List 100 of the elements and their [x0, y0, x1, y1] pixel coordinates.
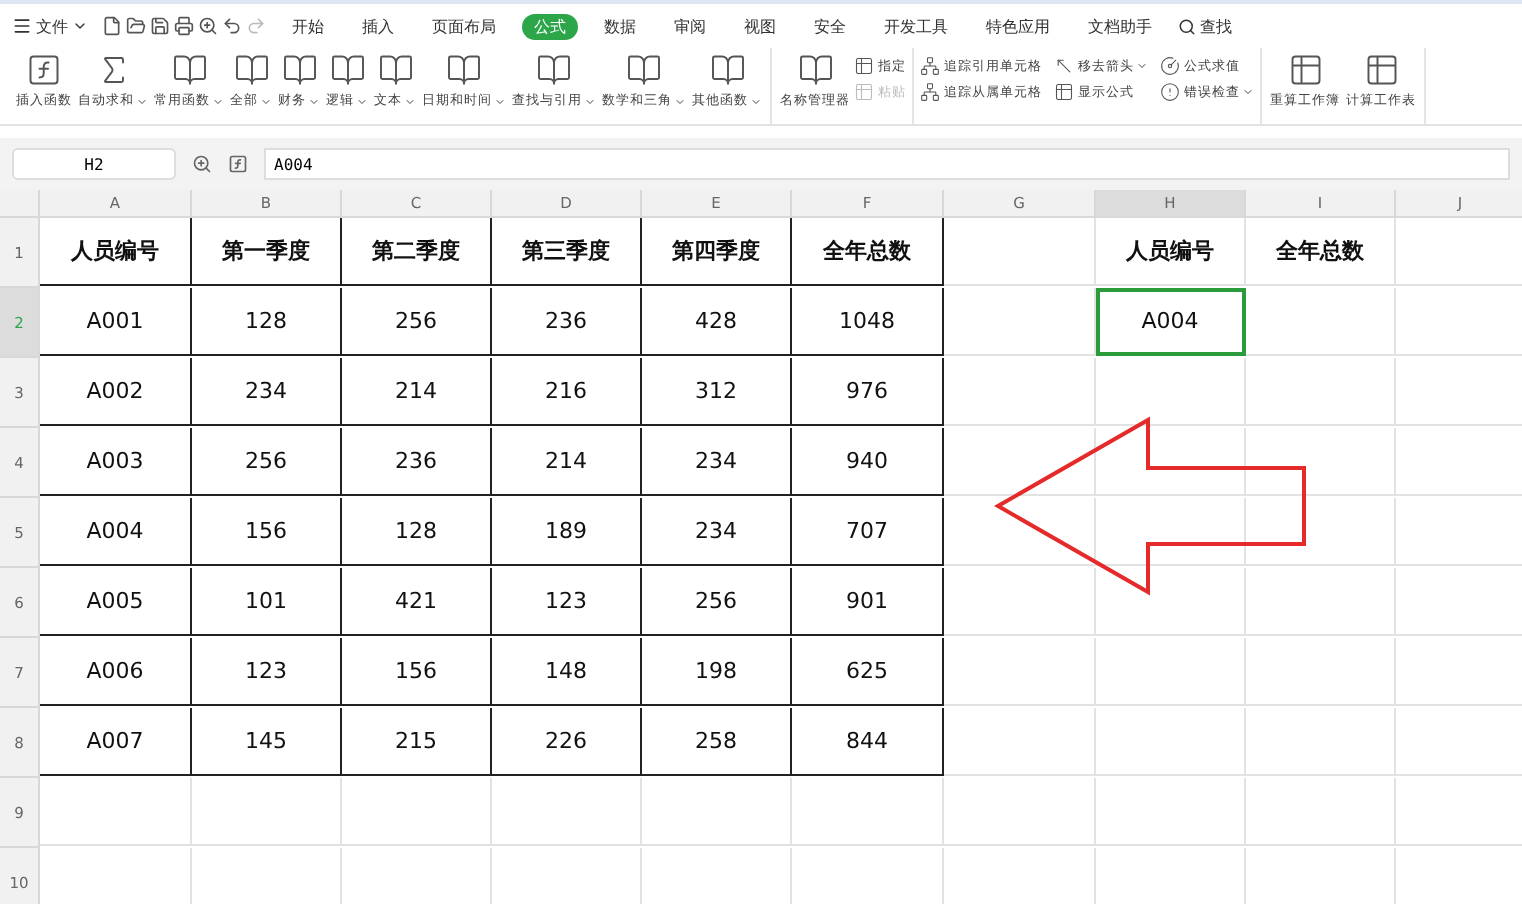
table-cell: 421	[342, 568, 492, 636]
table-cell: 128	[342, 498, 492, 566]
name-box[interactable]: H2	[12, 148, 176, 180]
empty-cell[interactable]	[792, 778, 944, 846]
empty-cell[interactable]	[1096, 428, 1246, 496]
menu-tab[interactable]: 特色应用	[974, 13, 1062, 39]
save-icon[interactable]	[150, 16, 170, 36]
table-cell: A005	[40, 568, 192, 636]
empty-cell[interactable]	[1246, 568, 1396, 636]
table-cell: 198	[642, 638, 792, 706]
empty-cell[interactable]	[944, 428, 1096, 496]
book-icon	[446, 52, 482, 88]
printer-icon[interactable]	[174, 16, 194, 36]
empty-cell[interactable]	[1096, 778, 1246, 846]
table-cell: 901	[792, 568, 944, 636]
table-cell: 128	[192, 288, 342, 356]
search-icon[interactable]	[1178, 17, 1196, 35]
table-cell: 第二季度	[342, 218, 492, 286]
table-cell: 256	[342, 288, 492, 356]
zoom-icon[interactable]	[198, 16, 218, 36]
table-cell: 第三季度	[492, 218, 642, 286]
menu-tab[interactable]: 开发工具	[872, 13, 960, 39]
table-cell: A004	[1096, 288, 1246, 356]
arrow-icon	[1054, 56, 1074, 76]
table-cell: 189	[492, 498, 642, 566]
menu-tab[interactable]: 安全	[802, 13, 858, 39]
empty-cell[interactable]	[944, 218, 1096, 286]
search-button[interactable]: 查找	[1200, 15, 1232, 37]
empty-cell[interactable]	[944, 638, 1096, 706]
file-menu[interactable]: 文件	[36, 15, 68, 37]
book-icon	[171, 52, 207, 88]
table-cell: 215	[342, 708, 492, 776]
empty-cell[interactable]	[1246, 708, 1396, 776]
empty-cell[interactable]	[1246, 288, 1396, 356]
menu-tab[interactable]: 审阅	[662, 13, 718, 39]
empty-cell[interactable]	[944, 358, 1096, 426]
empty-cell[interactable]	[642, 778, 792, 846]
empty-cell[interactable]	[1246, 778, 1396, 846]
table-cell: 156	[192, 498, 342, 566]
empty-cell[interactable]	[944, 498, 1096, 566]
table-cell: 976	[792, 358, 944, 426]
table-icon	[854, 56, 874, 76]
table-icon	[1054, 82, 1074, 102]
book-icon	[329, 52, 365, 88]
table-cell: 全年总数	[1246, 218, 1396, 286]
empty-cell[interactable]	[944, 778, 1096, 846]
book-icon	[709, 52, 745, 88]
table-cell: A001	[40, 288, 192, 356]
menu-tab[interactable]: 视图	[732, 13, 788, 39]
menu-tab[interactable]: 插入	[350, 13, 406, 39]
function-icon[interactable]	[228, 154, 248, 174]
empty-cell[interactable]	[944, 288, 1096, 356]
menu-tab[interactable]: 数据	[592, 13, 648, 39]
empty-cell[interactable]	[1096, 358, 1246, 426]
empty-cell[interactable]	[1096, 708, 1246, 776]
empty-cell[interactable]	[342, 778, 492, 846]
table-cell: 第四季度	[642, 218, 792, 286]
select-all-corner[interactable]	[0, 190, 40, 218]
table-cell: 123	[192, 638, 342, 706]
book-icon	[377, 52, 413, 88]
table-cell: 256	[192, 428, 342, 496]
empty-cell[interactable]	[1096, 568, 1246, 636]
empty-cell[interactable]	[944, 568, 1096, 636]
empty-cell[interactable]	[1246, 638, 1396, 706]
table-cell: 234	[642, 498, 792, 566]
empty-cell[interactable]	[492, 778, 642, 846]
table-cell: 625	[792, 638, 944, 706]
table-cell: 148	[492, 638, 642, 706]
formula-field[interactable]: A004	[264, 148, 1510, 180]
zoom-icon[interactable]	[192, 154, 212, 174]
empty-cell[interactable]	[1096, 638, 1246, 706]
menu-tab[interactable]: 开始	[280, 13, 336, 39]
empty-cell[interactable]	[1096, 498, 1246, 566]
table-cell: 人员编号	[1096, 218, 1246, 286]
table-cell: 123	[492, 568, 642, 636]
menu-tab[interactable]: 文档助手	[1076, 13, 1164, 39]
empty-cell[interactable]	[1246, 428, 1396, 496]
table-cell: 707	[792, 498, 944, 566]
table-icon	[854, 82, 874, 102]
table-cell: 258	[642, 708, 792, 776]
menu-icon[interactable]	[12, 16, 32, 36]
folder-icon[interactable]	[126, 16, 146, 36]
gauge-icon	[1160, 56, 1180, 76]
caret-icon[interactable]	[72, 18, 88, 34]
undo-icon[interactable]	[222, 16, 242, 36]
function-icon	[26, 52, 62, 88]
menu-tab[interactable]: 页面布局	[420, 13, 508, 39]
table-cell: 第一季度	[192, 218, 342, 286]
empty-cell[interactable]	[944, 708, 1096, 776]
table-cell: 226	[492, 708, 642, 776]
new-file-icon[interactable]	[102, 16, 122, 36]
table-icon	[1287, 52, 1323, 88]
table-cell: 256	[642, 568, 792, 636]
empty-cell[interactable]	[1246, 358, 1396, 426]
empty-cell[interactable]	[1246, 498, 1396, 566]
table-cell: 214	[492, 428, 642, 496]
table-cell: 940	[792, 428, 944, 496]
book-icon	[797, 52, 833, 88]
empty-cell[interactable]	[192, 778, 342, 846]
table-cell: 人员编号	[40, 218, 192, 286]
